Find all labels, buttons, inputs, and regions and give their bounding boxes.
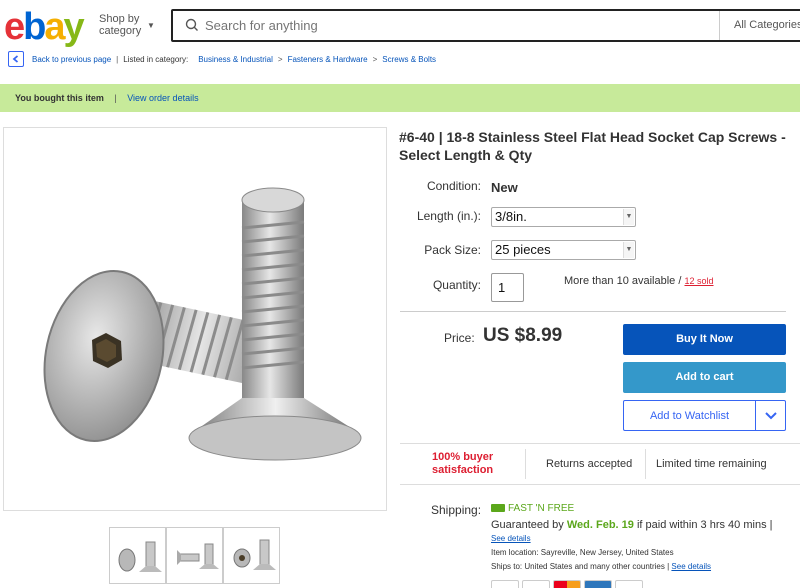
pack-size-select[interactable]: 25 pieces ▼ — [491, 240, 636, 260]
purchase-notice-text: You bought this item — [15, 93, 104, 103]
shop-by-label: Shop by — [99, 13, 140, 25]
payment-card-icon — [491, 580, 519, 588]
thumbnail[interactable] — [109, 527, 166, 584]
see-details-link[interactable]: See details — [491, 534, 531, 543]
breadcrumb-item[interactable]: Fasteners & Hardware — [288, 55, 368, 64]
quantity-label: Quantity: — [432, 278, 481, 292]
thumbnail[interactable] — [223, 527, 280, 584]
add-to-watchlist-button[interactable]: Add to Watchlist — [623, 400, 786, 431]
length-label: Length (in.): — [416, 209, 481, 223]
chevron-down-icon: ▼ — [147, 21, 155, 30]
chevron-down-icon — [765, 412, 777, 420]
payment-methods — [491, 580, 646, 588]
sold-link[interactable]: 12 sold — [684, 276, 713, 286]
screws-image — [43, 187, 362, 461]
search-input[interactable] — [205, 18, 685, 33]
payment-card-icon — [522, 580, 550, 588]
guarantee-prefix: Guaranteed by — [491, 519, 564, 531]
view-order-link[interactable]: View order details — [127, 93, 198, 103]
buy-it-now-button[interactable]: Buy It Now — [623, 324, 786, 355]
screw-thumbnail-image — [177, 543, 219, 569]
product-title: #6-40 | 18-8 Stainless Steel Flat Head S… — [399, 129, 786, 163]
search-category-select[interactable]: All Categories — [719, 11, 800, 40]
category-label: category — [99, 25, 142, 37]
purchase-notice: You bought this item | View order detail… — [0, 84, 800, 112]
ships-to: Ships to: United States and many other c… — [491, 562, 711, 571]
breadcrumb-item[interactable]: Screws & Bolts — [382, 55, 436, 64]
back-button[interactable] — [8, 51, 24, 67]
screw-thumbnail-image — [118, 541, 162, 572]
delivery-date: Wed. Feb. 19 — [566, 519, 634, 531]
guarantee-suffix: if paid within 3 hrs 40 mins | — [636, 519, 773, 531]
limited-time-badge: Limited time remaining — [645, 449, 767, 479]
logo-letter-y: y — [63, 6, 85, 48]
ebay-logo[interactable]: ebay — [4, 6, 85, 49]
condition-value: New — [491, 180, 518, 195]
price-label: Price: — [444, 331, 475, 345]
amex-icon — [584, 580, 612, 588]
availability-text: More than 10 available / 12 sold — [564, 275, 714, 287]
breadcrumb-item[interactable]: Business & Industrial — [198, 55, 273, 64]
chevron-down-icon: ▼ — [623, 209, 634, 225]
breadcrumb-divider: | — [116, 54, 119, 64]
logo-letter-e: e — [4, 6, 25, 48]
length-select-value: 3/8in. — [495, 209, 527, 224]
breadcrumb-separator: > — [372, 54, 378, 64]
price-value: US $8.99 — [483, 325, 563, 346]
screw-thumbnail-image — [233, 539, 276, 570]
pack-size-select-value: 25 pieces — [495, 242, 551, 257]
length-select[interactable]: 3/8in. ▼ — [491, 207, 636, 227]
discover-icon — [615, 580, 643, 588]
watchlist-label: Add to Watchlist — [649, 410, 730, 422]
returns-badge: Returns accepted — [525, 449, 645, 479]
truck-icon — [491, 504, 505, 513]
availability-count: More than 10 available / — [564, 275, 682, 287]
logo-letter-a: a — [44, 6, 65, 48]
site-header: ebay Shop by category ▼ All Categories — [0, 0, 800, 50]
delivery-guarantee: Guaranteed by Wed. Feb. 19 if paid withi… — [491, 519, 800, 531]
ships-to-details-link[interactable]: See details — [671, 562, 711, 571]
shipping-label: Shipping: — [431, 503, 482, 517]
search-bar: All Categories — [171, 9, 800, 42]
back-link[interactable]: Back to previous page — [32, 55, 111, 64]
pack-size-label: Pack Size: — [424, 243, 481, 257]
breadcrumb: Back to previous page | Listed in catego… — [8, 50, 436, 68]
watchlist-dropdown[interactable] — [755, 401, 785, 430]
quantity-input[interactable]: 1 — [491, 273, 524, 302]
search-icon — [185, 18, 198, 31]
ships-to-text: Ships to: United States and many other c… — [491, 562, 670, 571]
trust-badges: 100% buyer satisfaction Returns accepted… — [400, 443, 800, 485]
listed-in-label: Listed in category: — [123, 54, 189, 64]
mastercard-icon — [553, 580, 581, 588]
condition-label: Condition: — [426, 179, 481, 193]
add-to-cart-button[interactable]: Add to cart — [623, 362, 786, 393]
breadcrumb-separator: > — [277, 54, 283, 64]
chevron-left-icon — [12, 55, 19, 63]
product-image[interactable] — [3, 127, 387, 511]
thumbnail-strip — [109, 527, 280, 584]
fast-n-free-badge: FAST 'N FREE — [491, 503, 574, 514]
fast-n-free-text: FAST 'N FREE — [508, 503, 575, 514]
item-location: Item location: Sayreville, New Jersey, U… — [491, 548, 674, 557]
divider — [400, 311, 786, 312]
chevron-down-icon: ▼ — [623, 242, 634, 258]
thumbnail[interactable] — [166, 527, 223, 584]
satisfaction-badge: 100% buyer satisfaction — [432, 451, 494, 476]
logo-letter-b: b — [23, 6, 46, 48]
shop-by-category-button[interactable]: Shop by category — [99, 13, 141, 37]
